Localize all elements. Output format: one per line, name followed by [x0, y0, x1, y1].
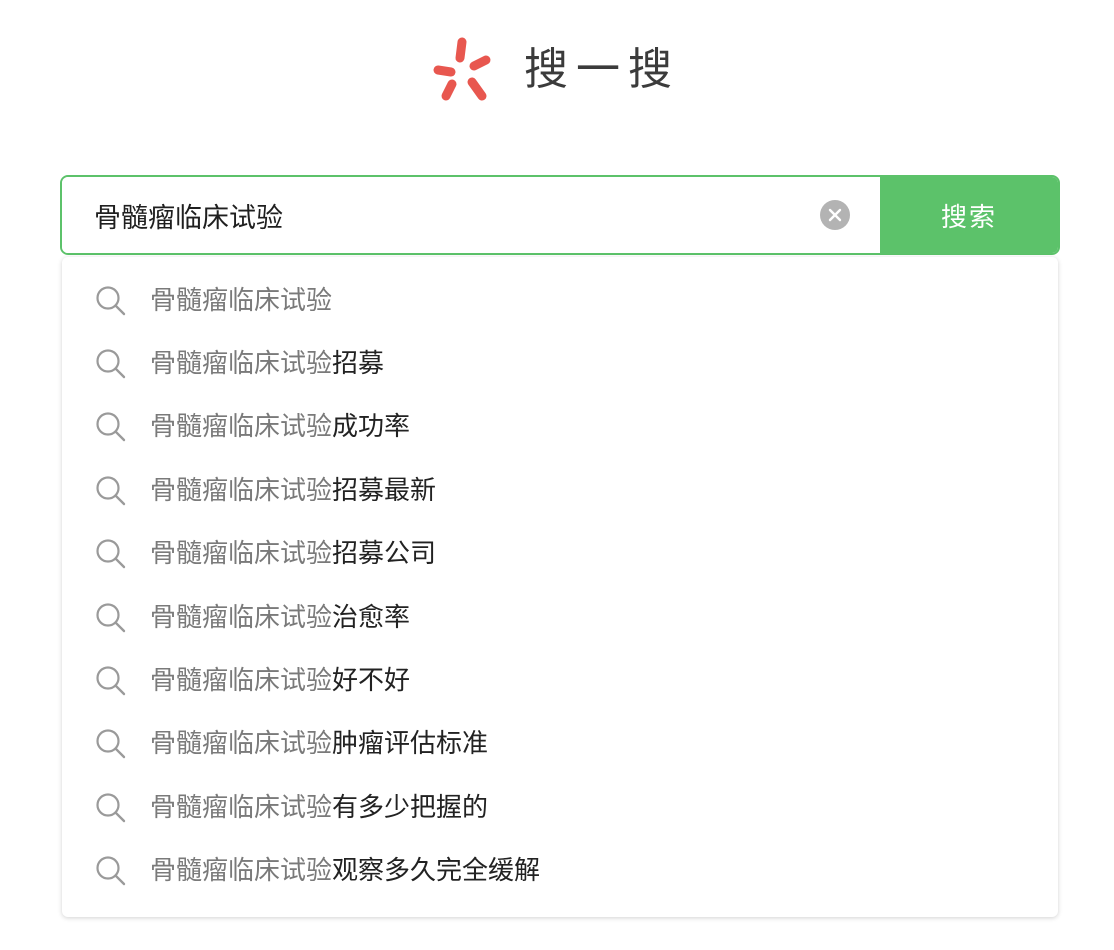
suggestion-item[interactable]: 骨髓瘤临床试验治愈率: [62, 586, 1058, 649]
suggestion-suffix: 治愈率: [332, 602, 411, 633]
suggestion-text: 骨髓瘤临床试验观察多久完全缓解: [150, 858, 540, 884]
suggestion-prefix: 骨髓瘤临床试验: [150, 602, 333, 633]
search-icon: [94, 410, 128, 444]
suggestion-prefix: 骨髓瘤临床试验: [150, 475, 333, 506]
suggestion-suffix: 肿瘤评估标准: [332, 729, 489, 760]
suggestion-prefix: 骨髓瘤临床试验: [150, 412, 333, 443]
search-icon: [94, 664, 128, 698]
suggestion-prefix: 骨髓瘤临床试验: [150, 539, 333, 570]
suggestion-item[interactable]: 骨髓瘤临床试验: [62, 269, 1058, 332]
search-button[interactable]: 搜索: [880, 177, 1058, 253]
logo: 搜一搜: [428, 30, 680, 110]
suggestion-item[interactable]: 骨髓瘤临床试验肿瘤评估标准: [62, 713, 1058, 776]
suggestion-prefix: 骨髓瘤临床试验: [150, 349, 333, 380]
suggestion-text: 骨髓瘤临床试验招募最新: [150, 478, 436, 504]
suggestion-list: 骨髓瘤临床试验 骨髓瘤临床试验招募 骨髓瘤临床试验成功率 骨髓瘤临床试验招募最新: [62, 257, 1058, 917]
suggestion-item[interactable]: 骨髓瘤临床试验招募: [62, 332, 1058, 395]
suggestion-prefix: 骨髓瘤临床试验: [150, 729, 333, 760]
suggestion-item[interactable]: 骨髓瘤临床试验有多少把握的: [62, 776, 1058, 839]
suggestion-prefix: 骨髓瘤临床试验: [150, 666, 333, 697]
suggestion-prefix: 骨髓瘤临床试验: [150, 285, 333, 316]
suggestion-suffix: 成功率: [332, 412, 411, 443]
suggestion-text: 骨髓瘤临床试验招募: [150, 351, 384, 377]
suggestion-item[interactable]: 骨髓瘤临床试验观察多久完全缓解: [62, 840, 1058, 903]
suggestion-item[interactable]: 骨髓瘤临床试验招募公司: [62, 523, 1058, 586]
logo-text: 搜一搜: [524, 44, 680, 95]
suggestion-item[interactable]: 骨髓瘤临床试验好不好: [62, 649, 1058, 712]
search-icon: [94, 854, 128, 888]
asterisk-logo-icon: [433, 37, 491, 101]
search-icon: [94, 537, 128, 571]
suggestion-suffix: 好不好: [332, 666, 411, 697]
search-icon: [94, 347, 128, 381]
suggestion-text: 骨髓瘤临床试验: [150, 288, 332, 314]
page: 搜一搜 搜索 骨髓瘤临床试验: [0, 0, 1114, 950]
suggestion-suffix: 招募公司: [332, 539, 437, 570]
suggestion-text: 骨髓瘤临床试验成功率: [150, 414, 410, 440]
suggestion-text: 骨髓瘤临床试验治愈率: [150, 605, 410, 631]
suggestion-text: 骨髓瘤临床试验有多少把握的: [150, 795, 488, 821]
suggestion-text: 骨髓瘤临床试验肿瘤评估标准: [150, 731, 488, 757]
suggestion-suffix: 招募最新: [332, 475, 437, 506]
suggestion-prefix: 骨髓瘤临床试验: [150, 792, 333, 823]
search-icon: [94, 284, 128, 318]
search-icon: [94, 601, 128, 635]
suggestion-item[interactable]: 骨髓瘤临床试验招募最新: [62, 459, 1058, 522]
suggestion-text: 骨髓瘤临床试验好不好: [150, 668, 410, 694]
search-icon: [94, 791, 128, 825]
suggestion-prefix: 骨髓瘤临床试验: [150, 856, 333, 887]
suggestion-suffix: 观察多久完全缓解: [332, 856, 541, 887]
suggestion-suffix: 有多少把握的: [332, 792, 489, 823]
search-input[interactable]: [62, 177, 820, 253]
close-circle-icon[interactable]: [820, 200, 850, 230]
search-icon: [94, 727, 128, 761]
search-bar: 搜索: [60, 175, 1060, 255]
search-icon: [94, 474, 128, 508]
suggestion-item[interactable]: 骨髓瘤临床试验成功率: [62, 396, 1058, 459]
suggestion-text: 骨髓瘤临床试验招募公司: [150, 541, 436, 567]
suggestion-suffix: 招募: [332, 349, 385, 380]
